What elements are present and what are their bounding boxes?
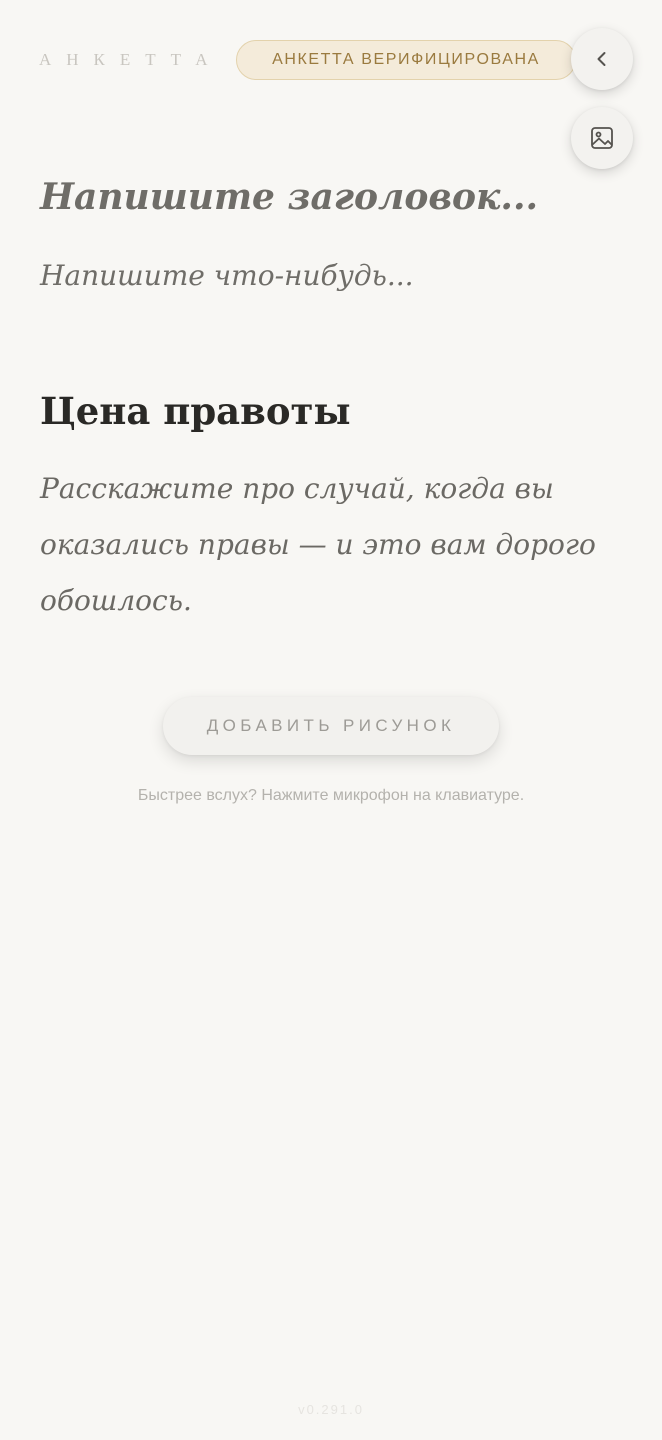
- prompt-text: Расскажите про случай, когда вы оказалис…: [40, 472, 596, 617]
- chevron-left-icon: [591, 48, 613, 70]
- add-image-button[interactable]: ДОБАВИТЬ РИСУНОК: [163, 697, 499, 755]
- title-input[interactable]: Напишите заголовок...: [40, 172, 538, 222]
- verified-badge: АНКЕТТА ВЕРИФИЦИРОВАНА: [236, 40, 576, 80]
- body-input[interactable]: Напишите что-нибудь...: [40, 256, 414, 296]
- insert-image-button[interactable]: [571, 107, 633, 169]
- prompt-title: Цена правоты: [40, 389, 351, 433]
- voice-hint: Быстрее вслух? Нажмите микрофон на клави…: [137, 787, 525, 804]
- back-button[interactable]: [571, 28, 633, 90]
- image-icon: [589, 125, 615, 151]
- brand-logo: АНКЕТТА: [39, 50, 223, 69]
- version-label: v0.291.0: [298, 1402, 364, 1417]
